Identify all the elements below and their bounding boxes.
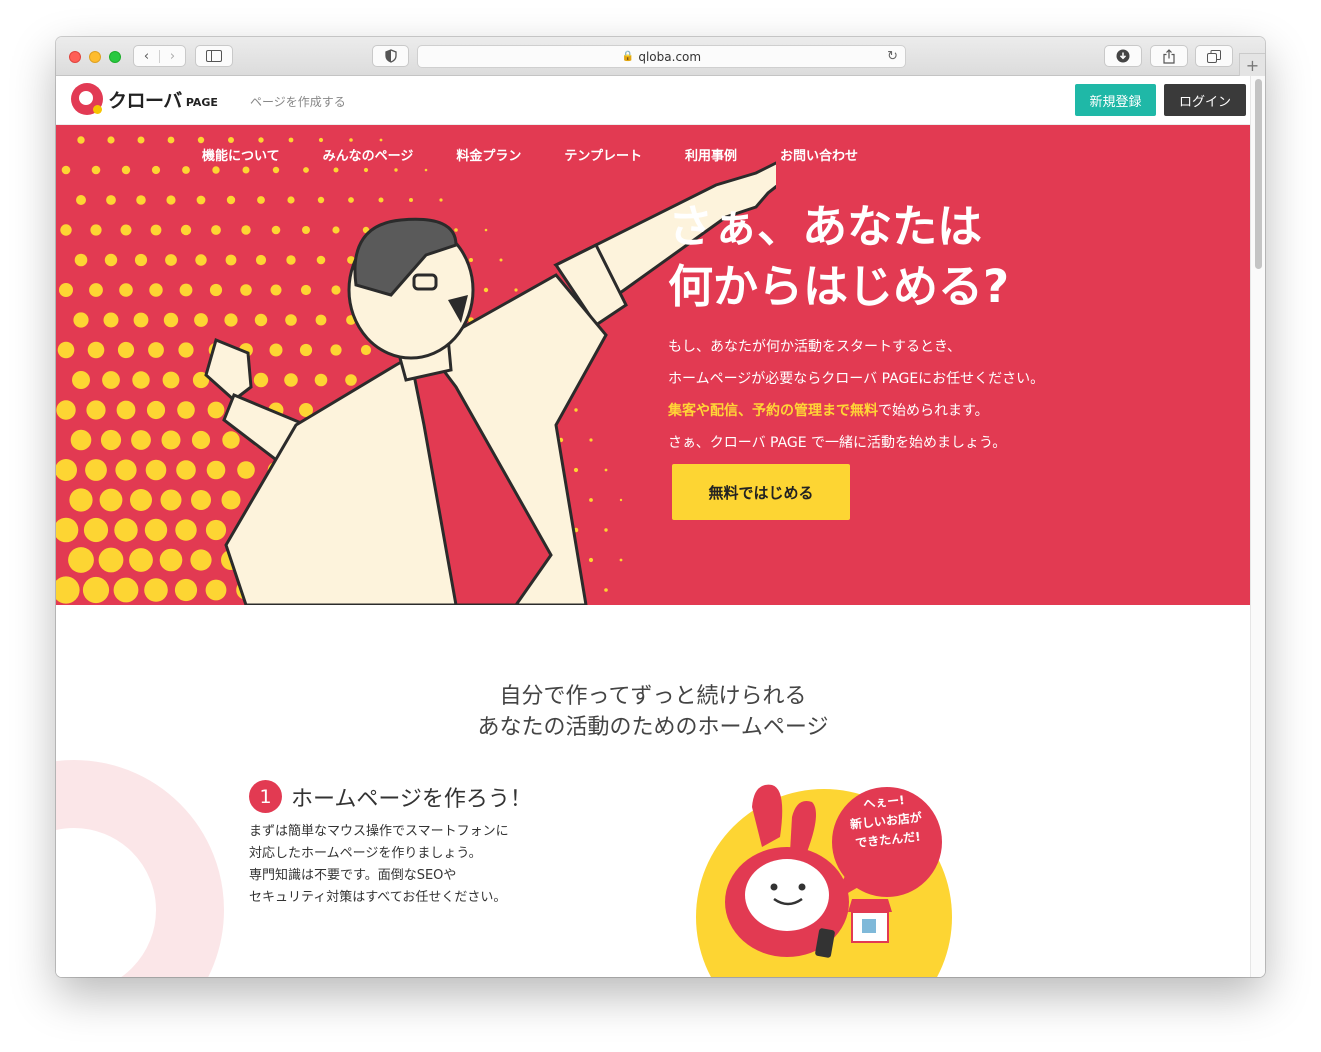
nav-case-studies[interactable]: 利用事例 xyxy=(685,145,737,164)
logo-sub: PAGE xyxy=(185,95,218,109)
site-logo[interactable]: クローバ PAGE xyxy=(71,83,218,115)
hero-section: 機能について みんなのページ 料金プラン テンプレート 利用事例 お問い合わせ … xyxy=(56,125,1250,605)
start-free-button[interactable]: 無料ではじめる xyxy=(672,464,850,520)
site-header: クローバ PAGE ページを作成する 新規登録 ログイン xyxy=(56,76,1250,125)
downloads-button[interactable] xyxy=(1104,45,1142,67)
hero-title: さぁ、あなたは 何からはじめる? xyxy=(668,197,1009,317)
section-heading-line1: 自分で作ってずっと続けられる xyxy=(499,684,807,709)
section-heading-line2: あなたの活動のためのホームページ xyxy=(477,715,829,740)
shield-icon xyxy=(384,49,397,63)
maximize-window-button[interactable] xyxy=(109,51,121,63)
step-description: まずは簡単なマウス操作でスマートフォンに 対応したホームページを作りましょう。 … xyxy=(249,821,509,909)
address-bar[interactable]: 🔒 qloba.com ↻ xyxy=(417,45,906,68)
hero-navigation: 機能について みんなのページ 料金プラン テンプレート 利用事例 お問い合わせ xyxy=(202,145,901,164)
privacy-report-button[interactable] xyxy=(372,45,409,67)
tab-overview-button[interactable] xyxy=(1195,45,1233,67)
step-header: 1 ホームページを作ろう！ xyxy=(249,780,532,813)
hero-description: もし、あなたが何か活動をスタートするとき、 ホームページが必要ならクローバ PA… xyxy=(668,331,1044,459)
login-button[interactable]: ログイン xyxy=(1164,84,1246,116)
page-scrollbar[interactable] xyxy=(1250,76,1265,977)
hero-line-2: ホームページが必要ならクローバ PAGEにお任せください。 xyxy=(668,371,1045,387)
create-page-link[interactable]: ページを作成する xyxy=(250,93,346,110)
url-text: qloba.com xyxy=(638,49,702,64)
back-button[interactable]: ‹ xyxy=(134,49,160,63)
decorative-arc xyxy=(56,760,224,977)
hero-line-3: 集客や配信、予約の管理まで無料で始められます。 xyxy=(668,395,1044,427)
history-nav-group: ‹ › xyxy=(133,45,186,67)
nav-pricing[interactable]: 料金プラン xyxy=(456,145,521,164)
sidebar-toggle-button[interactable] xyxy=(195,45,233,67)
step-number-badge: 1 xyxy=(249,780,282,813)
tabs-icon xyxy=(1207,49,1221,63)
features-section: 自分で作ってずっと続けられる あなたの活動のためのホームページ 1 ホームページ… xyxy=(56,605,1250,977)
reload-icon[interactable]: ↻ xyxy=(887,49,898,64)
share-button[interactable] xyxy=(1150,45,1188,67)
signup-button[interactable]: 新規登録 xyxy=(1075,84,1156,116)
step-line-4: セキュリティ対策はすべてお任せください。 xyxy=(249,890,507,905)
share-icon xyxy=(1163,48,1175,64)
download-icon xyxy=(1116,49,1130,63)
page-viewport: クローバ PAGE ページを作成する 新規登録 ログイン 機能について みんなの… xyxy=(56,76,1250,977)
scrollbar-thumb[interactable] xyxy=(1255,79,1262,269)
nav-contact[interactable]: お問い合わせ xyxy=(780,145,858,164)
section-heading: 自分で作ってずっと続けられる あなたの活動のためのホームページ xyxy=(56,681,1250,743)
new-tab-button[interactable]: + xyxy=(1239,53,1265,76)
nav-features[interactable]: 機能について xyxy=(202,145,280,164)
hero-line-1: もし、あなたが何か活動をスタートするとき、 xyxy=(668,339,962,355)
sidebar-icon xyxy=(206,50,222,62)
nav-everyone-pages[interactable]: みんなのページ xyxy=(323,145,414,164)
step-title: ホームページを作ろう！ xyxy=(291,786,532,812)
hero-line-3-rest: で始められます。 xyxy=(878,403,989,419)
hero-line-3-highlight: 集客や配信、予約の管理まで無料 xyxy=(668,403,878,419)
step-line-1: まずは簡単なマウス操作でスマートフォンに xyxy=(249,824,509,839)
clover-logo-icon xyxy=(71,83,103,115)
hero-title-line1: さぁ、あなたは xyxy=(668,200,983,253)
close-window-button[interactable] xyxy=(69,51,81,63)
step-line-3: 専門知識は不要です。面倒なSEOや xyxy=(249,868,457,883)
forward-button[interactable]: › xyxy=(160,50,185,63)
speech-bubble-text: へぇー! 新しいお店が できたんだ! xyxy=(833,788,938,855)
browser-window: ‹ › 🔒 qloba.com ↻ + クローバ PAGE ページを作成する 新… xyxy=(56,37,1265,977)
minimize-window-button[interactable] xyxy=(89,51,101,63)
hero-line-4: さぁ、クローバ PAGE で一緒に活動を始めましょう。 xyxy=(668,435,1007,451)
step-line-2: 対応したホームページを作りましょう。 xyxy=(249,846,482,861)
browser-toolbar: ‹ › 🔒 qloba.com ↻ + xyxy=(56,37,1265,76)
logo-text: クローバ xyxy=(108,89,182,112)
lock-icon: 🔒 xyxy=(621,51,635,62)
hero-title-line2: 何からはじめる? xyxy=(668,260,1010,313)
nav-templates[interactable]: テンプレート xyxy=(564,145,642,164)
